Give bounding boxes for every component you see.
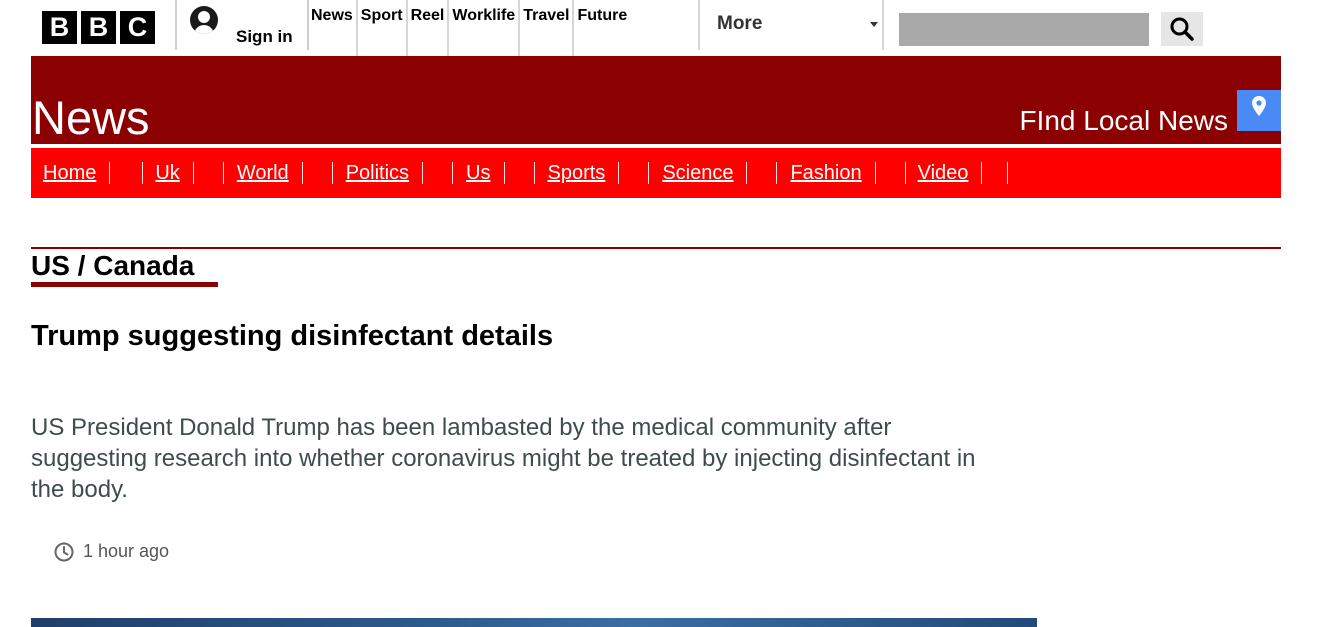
global-nav-reel[interactable]: Reel — [405, 0, 448, 56]
find-local-news-button[interactable] — [1237, 90, 1281, 131]
article-meta: 1 hour ago — [54, 541, 169, 562]
nav-separator — [533, 162, 535, 184]
search-icon — [1170, 17, 1194, 41]
nav-separator — [192, 162, 194, 184]
section-title[interactable]: US / Canada — [31, 250, 194, 282]
nav-separator — [746, 162, 748, 184]
bbc-logo[interactable]: B B C — [42, 11, 155, 44]
section-nav-world[interactable]: World — [237, 162, 289, 185]
article-summary: US President Donald Trump has been lamba… — [31, 414, 976, 503]
search-button[interactable] — [1161, 12, 1203, 46]
find-local-news-link[interactable]: FInd Local News — [1019, 104, 1228, 138]
section-nav-sports[interactable]: Sports — [548, 162, 606, 185]
section-nav-video[interactable]: Video — [918, 162, 969, 185]
global-nav-travel[interactable]: Travel — [518, 0, 572, 56]
global-nav-worklife[interactable]: Worklife — [447, 0, 518, 56]
nav-separator — [422, 162, 424, 184]
section-nav-fashion[interactable]: Fashion — [790, 162, 861, 185]
more-menu-button[interactable]: More — [698, 0, 884, 50]
nav-separator — [142, 162, 144, 184]
search-input[interactable] — [899, 13, 1149, 46]
nav-separator — [874, 162, 876, 184]
section-nav-science[interactable]: Science — [662, 162, 733, 185]
nav-separator — [1007, 162, 1009, 184]
more-label: More — [717, 13, 763, 34]
news-brand-title[interactable]: News — [32, 92, 150, 144]
section-nav-us[interactable]: Us — [466, 162, 490, 185]
nav-separator — [331, 162, 333, 184]
section-nav-home[interactable]: Home — [43, 162, 96, 185]
global-nav: News Sport Reel Worklife Travel Future — [308, 0, 630, 56]
logo-letter: B — [81, 11, 116, 44]
nav-separator — [503, 162, 505, 184]
nav-separator — [776, 162, 778, 184]
sign-in-label: Sign in — [236, 27, 293, 46]
global-nav-future[interactable]: Future — [572, 0, 630, 56]
article-headline[interactable]: Trump suggesting disinfectant details — [31, 318, 553, 354]
sign-in-link[interactable]: Sign in — [180, 0, 308, 50]
section-divider — [31, 247, 1281, 249]
section-underline — [31, 282, 218, 287]
caret-down-icon — [870, 22, 878, 27]
article-hero-image[interactable] — [31, 618, 1037, 627]
section-nav-uk[interactable]: Uk — [155, 162, 179, 185]
section-nav: Home Uk World Politics Us Sports Science… — [31, 148, 1281, 198]
clock-icon — [54, 542, 74, 561]
nav-separator — [109, 162, 111, 184]
global-nav-news[interactable]: News — [308, 0, 356, 56]
user-account-icon — [190, 6, 218, 34]
logo-letter: C — [120, 11, 155, 44]
nav-separator — [648, 162, 650, 184]
article-timestamp: 1 hour ago — [83, 541, 170, 561]
header-divider — [175, 0, 177, 50]
logo-letter: B — [42, 11, 77, 44]
news-banner: News FInd Local News — [31, 56, 1281, 144]
nav-separator — [981, 162, 983, 184]
global-nav-sport[interactable]: Sport — [355, 0, 406, 56]
section-nav-politics[interactable]: Politics — [346, 162, 409, 185]
nav-separator — [452, 162, 454, 184]
location-pin-icon — [1252, 96, 1266, 116]
nav-separator — [904, 162, 906, 184]
nav-separator — [301, 162, 303, 184]
nav-separator — [222, 162, 224, 184]
global-header: B B C Sign in News Sport Reel Worklife T… — [0, 0, 1326, 56]
nav-separator — [618, 162, 620, 184]
